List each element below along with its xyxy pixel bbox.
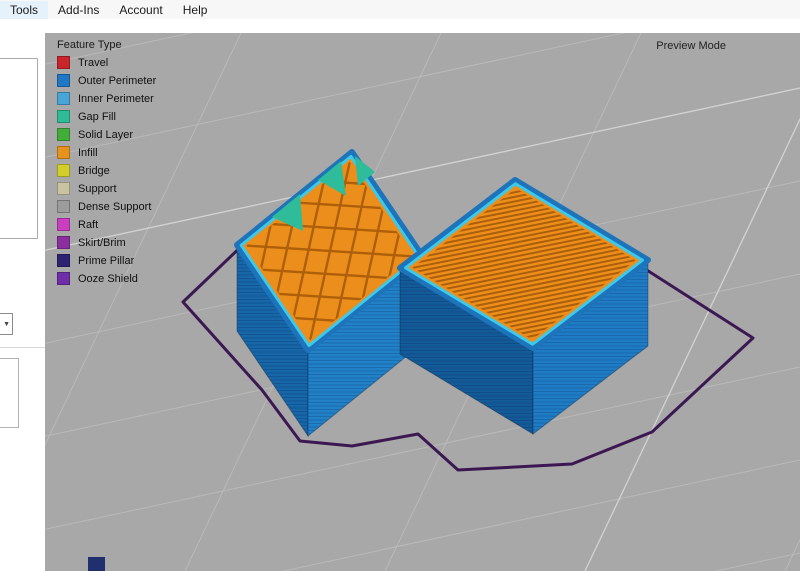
legend-swatch: [57, 218, 70, 231]
menu-item-tools[interactable]: Tools: [0, 1, 48, 19]
legend-label: Infill: [78, 147, 98, 159]
legend-swatch: [57, 200, 70, 213]
legend-swatch: [57, 236, 70, 249]
legend-row: Solid Layer: [57, 128, 156, 141]
legend-row: Bridge: [57, 164, 156, 177]
legend-swatch: [57, 254, 70, 267]
menu-bar: ToolsAdd-InsAccountHelp: [0, 0, 800, 19]
legend-swatch: [57, 164, 70, 177]
legend-swatch: [57, 110, 70, 123]
legend-swatch: [57, 92, 70, 105]
panel-box-fragment: [0, 358, 19, 428]
legend-row: Infill: [57, 146, 156, 159]
legend-swatch: [57, 272, 70, 285]
legend-row: Support: [57, 182, 156, 195]
legend-label: Prime Pillar: [78, 255, 134, 267]
chevron-down-icon: ▼: [3, 321, 10, 328]
dropdown-fragment[interactable]: ▼: [0, 313, 13, 335]
process-list-fragment[interactable]: [0, 58, 38, 239]
app-window: ToolsAdd-InsAccountHelp ▼ Feature Type T…: [0, 0, 800, 571]
legend-label: Travel: [78, 57, 108, 69]
legend-label: Ooze Shield: [78, 273, 138, 285]
legend-row: Outer Perimeter: [57, 74, 156, 87]
legend-row: Travel: [57, 56, 156, 69]
legend-row: Ooze Shield: [57, 272, 156, 285]
preview-mode-label: Preview Mode: [656, 40, 726, 52]
legend-label: Skirt/Brim: [78, 237, 126, 249]
menu-item-help[interactable]: Help: [173, 1, 218, 19]
panel-divider: [0, 347, 45, 348]
menu-item-account[interactable]: Account: [109, 1, 172, 19]
legend-row: Inner Perimeter: [57, 92, 156, 105]
legend-label: Inner Perimeter: [78, 93, 154, 105]
legend-swatch: [57, 74, 70, 87]
legend-label: Solid Layer: [78, 129, 133, 141]
legend-label: Gap Fill: [78, 111, 116, 123]
legend-label: Bridge: [78, 165, 110, 177]
legend-swatch: [57, 146, 70, 159]
preview-viewport: Feature Type Travel Outer Perimeter Inner …: [45, 33, 800, 571]
preview-3d-scene[interactable]: [45, 33, 800, 571]
legend-label: Support: [78, 183, 117, 195]
legend-swatch: [57, 128, 70, 141]
legend-row: Skirt/Brim: [57, 236, 156, 249]
legend-label: Outer Perimeter: [78, 75, 156, 87]
legend-swatch: [57, 56, 70, 69]
legend-title: Feature Type: [57, 39, 156, 51]
feature-type-legend: Feature Type Travel Outer Perimeter Inner …: [57, 39, 156, 290]
legend-label: Raft: [78, 219, 98, 231]
legend-row: Prime Pillar: [57, 254, 156, 267]
legend-swatch: [57, 182, 70, 195]
legend-items: Travel Outer Perimeter Inner Perimeter Gap …: [57, 56, 156, 285]
legend-row: Gap Fill: [57, 110, 156, 123]
legend-label: Dense Support: [78, 201, 151, 213]
menu-item-add-ins[interactable]: Add-Ins: [48, 1, 109, 19]
legend-row: Dense Support: [57, 200, 156, 213]
legend-row: Raft: [57, 218, 156, 231]
ui-fragment-dark: [88, 557, 105, 571]
